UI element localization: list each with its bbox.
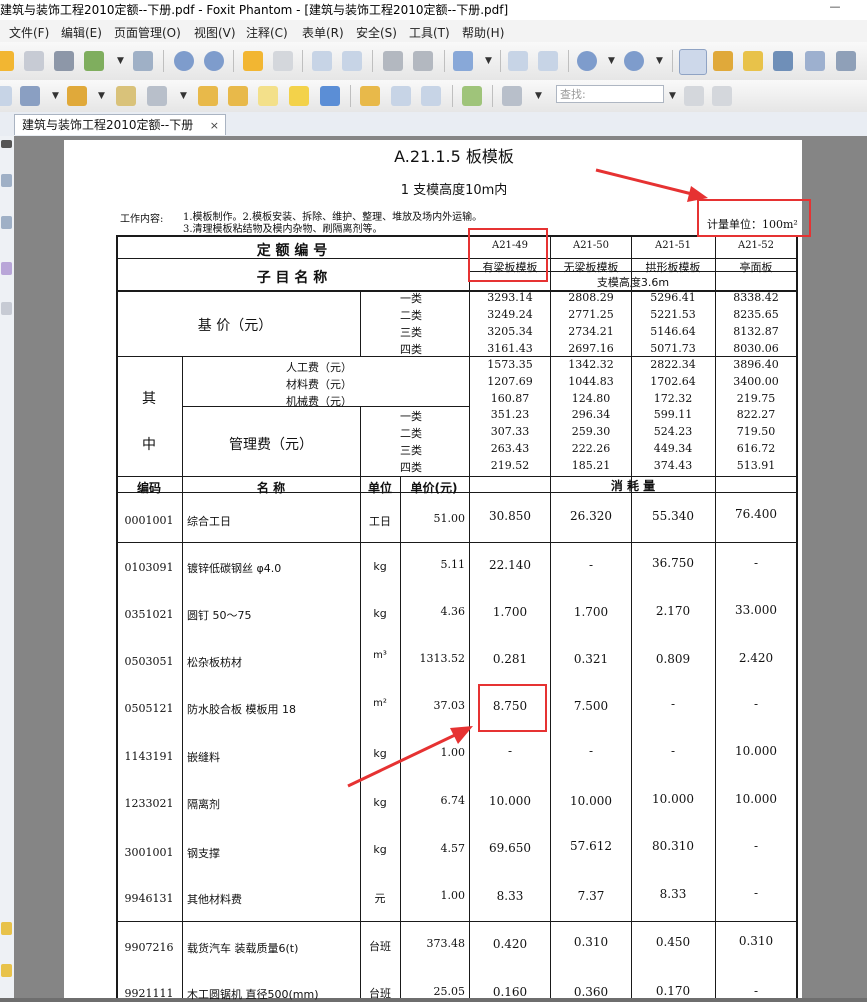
arrow-annotation[interactable] xyxy=(347,726,473,788)
annotation-arrows xyxy=(347,168,708,788)
arrow-annotation[interactable] xyxy=(595,168,708,202)
